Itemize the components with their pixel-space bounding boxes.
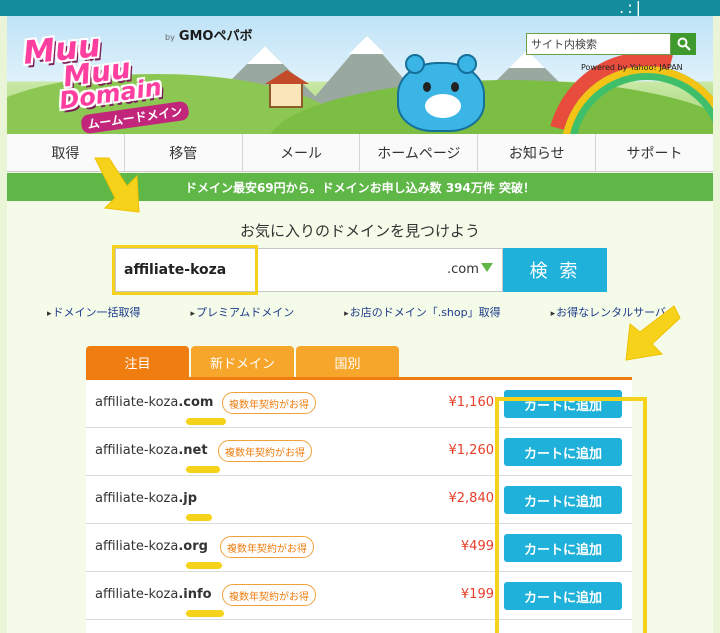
powered-by-text: Powered by Yahoo! JAPAN — [581, 63, 683, 72]
house-illustration — [265, 70, 309, 108]
tld-highlight — [186, 562, 222, 569]
domain-price: ¥199 — [460, 587, 494, 602]
domain-tabs: 注目 新ドメイン 国別 — [86, 346, 399, 378]
site-search — [526, 33, 696, 55]
link-shop-domain[interactable]: お店のドメイン「.shop」取得 — [344, 304, 501, 320]
site-search-button[interactable] — [671, 33, 696, 55]
arrow-annotation-icon — [94, 157, 140, 213]
tab-new-domain[interactable]: 新ドメイン — [191, 346, 294, 378]
nav-item-homepage[interactable]: ホームページ — [360, 134, 479, 171]
site-search-input[interactable] — [526, 33, 671, 55]
domain-name-base: affiliate-koza — [95, 443, 179, 458]
domain-name: affiliate-koza.jp — [95, 491, 197, 506]
search-heading: お気に入りのドメインを見つけよう — [239, 222, 480, 240]
page: Muu Muu Domain ムームードメイン byGMOペパボ Powered… — [7, 16, 713, 633]
domain-price: ¥499 — [460, 539, 494, 554]
arrow-annotation-icon — [625, 305, 681, 361]
domain-name-base: affiliate-koza — [95, 587, 179, 602]
search-icon — [677, 37, 691, 51]
multi-year-badge: 複数年契約がお得 — [220, 536, 314, 558]
multi-year-badge: 複数年契約がお得 — [218, 440, 312, 462]
nav-item-support[interactable]: サポート — [596, 134, 713, 171]
tld-highlight — [186, 610, 224, 617]
quick-links: ドメイン一括取得 プレミアムドメイン お店のドメイン「.shop」取得 お得なレ… — [47, 304, 677, 320]
domain-tld: .jp — [178, 491, 198, 506]
top-strip: .:| — [0, 0, 720, 17]
gmo-by-label: by — [165, 33, 175, 42]
nav-item-mail[interactable]: メール — [243, 134, 361, 171]
domain-name: affiliate-koza.net — [95, 443, 208, 458]
domain-name-base: affiliate-koza — [95, 491, 179, 506]
domain-tld: .info — [178, 587, 212, 602]
header: Muu Muu Domain ムームードメイン byGMOペパボ Powered… — [7, 16, 713, 134]
domain-name-base: affiliate-koza — [95, 395, 179, 410]
tab-country[interactable]: 国別 — [296, 346, 399, 378]
domain-price: ¥2,840 — [448, 491, 495, 506]
domain-tld: .net — [178, 443, 208, 458]
domain-tld: .org — [178, 539, 208, 554]
domain-name: affiliate-koza.com — [95, 395, 213, 410]
tld-highlight — [186, 418, 226, 425]
tld-select[interactable]: .com — [447, 262, 479, 277]
domain-name-base: affiliate-koza — [95, 539, 179, 554]
domain-name: affiliate-koza.org — [95, 539, 208, 554]
multi-year-badge: 複数年契約がお得 — [222, 584, 316, 606]
gmo-pepabo-logo: by GMOペパボ — [165, 25, 252, 44]
domain-price: ¥1,260 — [448, 443, 495, 458]
gmo-logo-text: GMOペパボ — [178, 29, 253, 44]
link-premium-domain[interactable]: プレミアムドメイン — [190, 304, 294, 320]
cart-highlight-frame — [495, 397, 647, 633]
domain-name: affiliate-koza.info — [95, 587, 212, 602]
bear-mascot — [397, 54, 485, 132]
dropdown-triangle-icon[interactable] — [481, 263, 493, 272]
tld-highlight — [186, 466, 220, 473]
input-highlight-frame — [112, 245, 258, 295]
multi-year-badge: 複数年契約がお得 — [222, 392, 316, 414]
domain-tld: .com — [178, 395, 214, 410]
link-bulk-acquire[interactable]: ドメイン一括取得 — [47, 304, 141, 320]
tab-featured[interactable]: 注目 — [86, 346, 189, 378]
nav-item-news[interactable]: お知らせ — [478, 134, 597, 171]
domain-search-button[interactable]: 検 索 — [503, 248, 607, 292]
domain-price: ¥1,160 — [448, 395, 495, 410]
tld-highlight — [186, 514, 212, 521]
